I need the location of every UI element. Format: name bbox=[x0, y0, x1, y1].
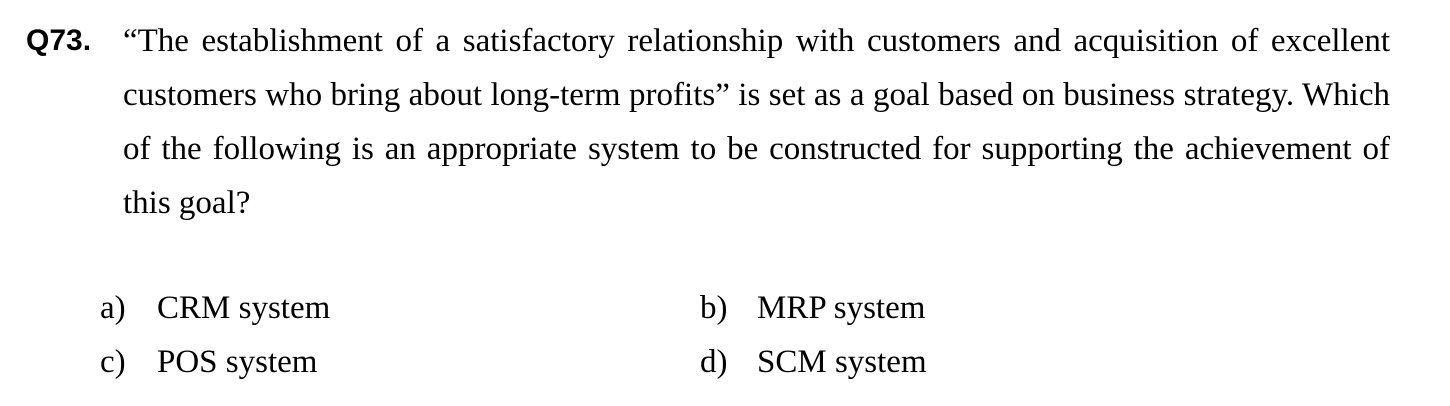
option-letter: c) bbox=[100, 344, 126, 380]
option-c: c) POS system bbox=[100, 335, 700, 389]
answer-options: a) CRM system b) MRP system c) POS syste… bbox=[100, 281, 1100, 389]
option-d: d) SCM system bbox=[700, 335, 1100, 389]
option-text: CRM system bbox=[157, 290, 331, 326]
question-block: Q73. “The establishment of a satisfactor… bbox=[26, 14, 1390, 230]
question-number: Q73. bbox=[26, 24, 92, 57]
option-a: a) CRM system bbox=[100, 281, 700, 335]
question-text: “The establishment of a satisfactory rel… bbox=[123, 23, 1390, 221]
option-text: POS system bbox=[157, 344, 318, 380]
option-text: SCM system bbox=[757, 344, 927, 380]
option-letter: b) bbox=[700, 290, 728, 326]
option-letter: a) bbox=[100, 290, 126, 326]
option-b: b) MRP system bbox=[700, 281, 1100, 335]
option-text: MRP system bbox=[757, 290, 926, 326]
option-letter: d) bbox=[700, 344, 728, 380]
